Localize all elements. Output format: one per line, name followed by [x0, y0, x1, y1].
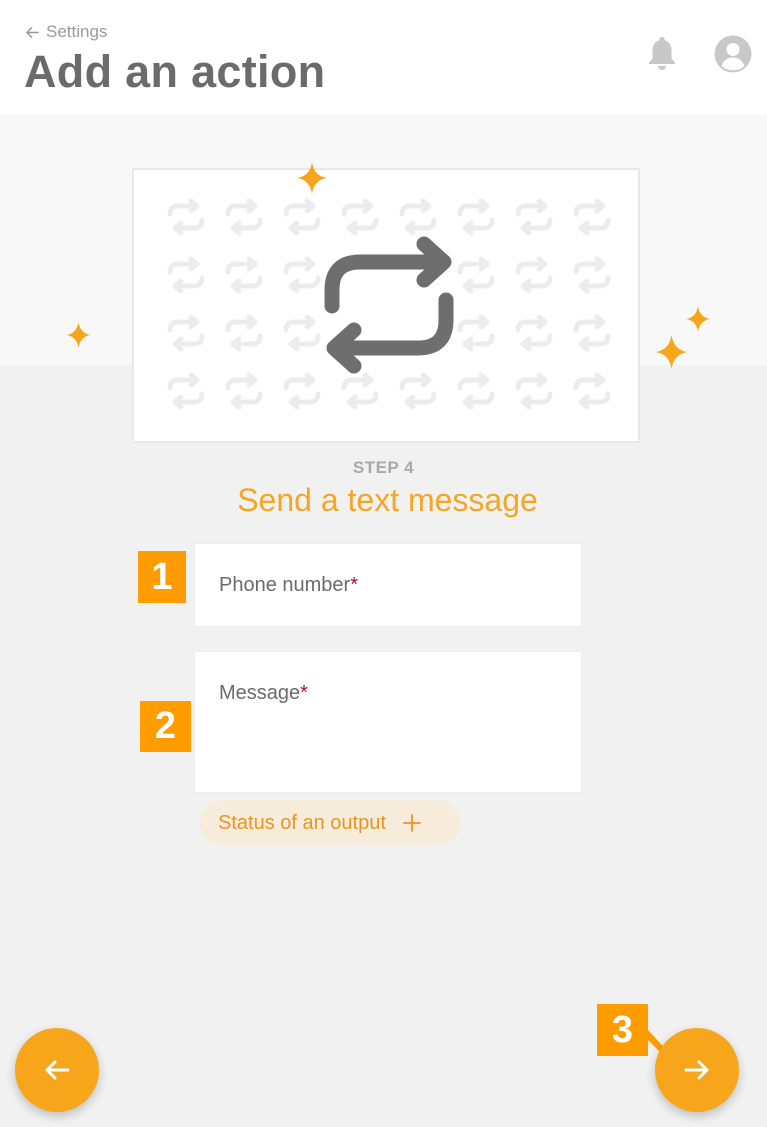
- callout-badge-2: 2: [140, 701, 191, 752]
- message-field[interactable]: Message*: [194, 651, 582, 793]
- callout-badge-3: 3: [597, 1004, 648, 1056]
- back-link-label: Settings: [46, 22, 108, 41]
- arrow-right-icon: [684, 1060, 709, 1080]
- message-label: Message*: [219, 682, 308, 704]
- previous-step-button[interactable]: [15, 1028, 99, 1112]
- chip-label: Status of an output: [218, 811, 386, 834]
- action-title: Send a text message: [237, 482, 538, 518]
- next-step-button[interactable]: [655, 1028, 739, 1112]
- required-marker: *: [350, 574, 358, 596]
- bell-icon[interactable]: [645, 34, 679, 72]
- phone-number-field[interactable]: Phone number*: [194, 543, 582, 627]
- user-avatar-icon[interactable]: [713, 34, 753, 74]
- sparkle-icon: [655, 335, 688, 369]
- repeat-arrows-icon: [324, 236, 454, 374]
- page-title: Add an action: [24, 46, 326, 97]
- sparkle-icon: [297, 162, 327, 194]
- action-illustration: [132, 168, 640, 443]
- back-to-settings-link[interactable]: Settings: [25, 22, 107, 42]
- required-marker: *: [300, 682, 308, 704]
- step-label: STEP 4: [352, 458, 415, 477]
- callout-badge-1: 1: [138, 551, 186, 603]
- top-bar: Settings Add an action: [0, 0, 767, 114]
- sparkle-icon: [685, 306, 711, 332]
- plus-icon: [403, 814, 421, 832]
- sparkle-icon: [66, 322, 91, 348]
- status-of-output-chip[interactable]: Status of an output: [200, 800, 460, 846]
- phone-number-label: Phone number*: [219, 574, 358, 596]
- arrow-left-icon: [26, 26, 39, 38]
- arrow-left-icon: [45, 1060, 70, 1080]
